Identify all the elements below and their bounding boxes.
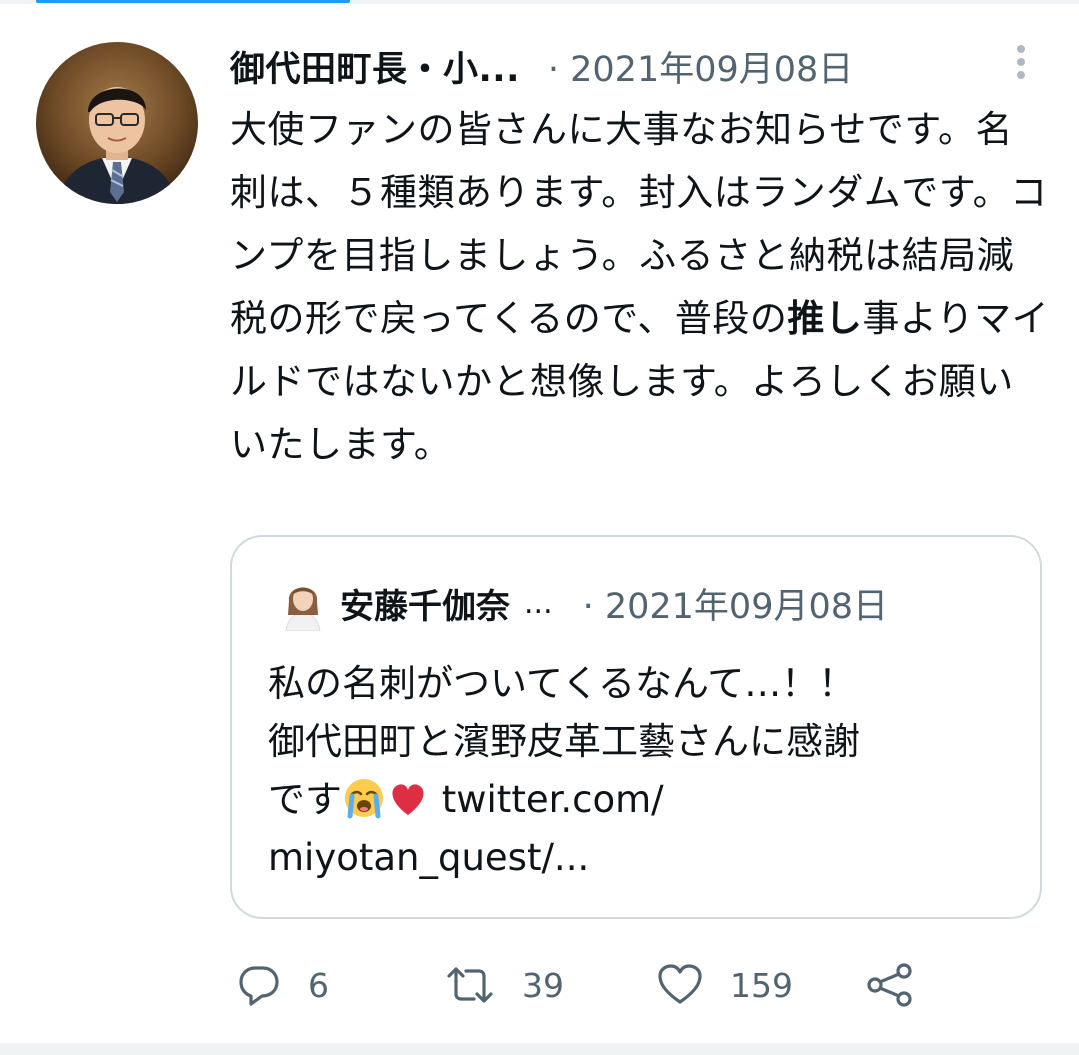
quote-author-avatar[interactable] bbox=[278, 575, 328, 632]
more-options-button[interactable] bbox=[1005, 40, 1037, 88]
top-accent-bar bbox=[36, 0, 350, 3]
author-avatar[interactable] bbox=[36, 42, 198, 204]
like-count: 159 bbox=[730, 965, 793, 1005]
quote-author-name[interactable]: 安藤千伽奈 bbox=[340, 579, 510, 628]
red-heart-icon bbox=[392, 783, 424, 815]
quote-header: 安藤千伽奈 ... · 2021年09月08日 bbox=[340, 575, 888, 631]
tweet-text: 大使ファンの皆さんに大事なお知らせです。名刺は、５種類あります。封入はランダムで… bbox=[230, 98, 1050, 476]
quote-link[interactable]: twitter.com/ bbox=[430, 778, 664, 821]
quote-text: 私の名刺がついてくるなんて…！！ 御代田町と濱野皮革工藝さんに感謝 です twi… bbox=[268, 655, 1008, 887]
like-button[interactable]: 159 bbox=[656, 955, 793, 1015]
quote-line-3-start: です bbox=[268, 778, 342, 821]
retweet-count: 39 bbox=[522, 965, 564, 1005]
reply-count: 6 bbox=[308, 965, 329, 1005]
share-button[interactable] bbox=[866, 955, 914, 1015]
quote-name-ellipsis: ... bbox=[524, 585, 553, 621]
quote-line-4[interactable]: miyotan_quest/... bbox=[268, 836, 589, 879]
tweet-actions: 6 39 159 bbox=[0, 955, 1079, 1015]
quoted-tweet-card[interactable]: 安藤千伽奈 ... · 2021年09月08日 私の名刺がついてくるなんて…！！… bbox=[230, 535, 1042, 919]
more-vertical-icon bbox=[1017, 45, 1025, 79]
heart-icon bbox=[658, 964, 702, 1004]
quote-date[interactable]: · 2021年09月08日 bbox=[583, 578, 888, 629]
loudly-crying-face-icon bbox=[345, 778, 383, 818]
bottom-separator bbox=[0, 1043, 1079, 1055]
share-icon bbox=[867, 963, 912, 1007]
reply-icon bbox=[239, 966, 279, 1006]
author-name[interactable]: 御代田町長・小... bbox=[230, 41, 520, 92]
quote-line-2: 御代田町と濱野皮革工藝さんに感謝 bbox=[268, 720, 860, 763]
retweet-button[interactable]: 39 bbox=[444, 955, 564, 1015]
tweet-text-bold: 推し bbox=[787, 297, 863, 340]
retweet-icon bbox=[447, 967, 493, 1003]
quote-line-1: 私の名刺がついてくるなんて…！！ bbox=[268, 662, 856, 705]
reply-button[interactable]: 6 bbox=[236, 955, 329, 1015]
tweet-date[interactable]: · 2021年09月08日 bbox=[548, 41, 853, 92]
tweet-header: 御代田町長・小... · 2021年09月08日 bbox=[230, 38, 1070, 94]
